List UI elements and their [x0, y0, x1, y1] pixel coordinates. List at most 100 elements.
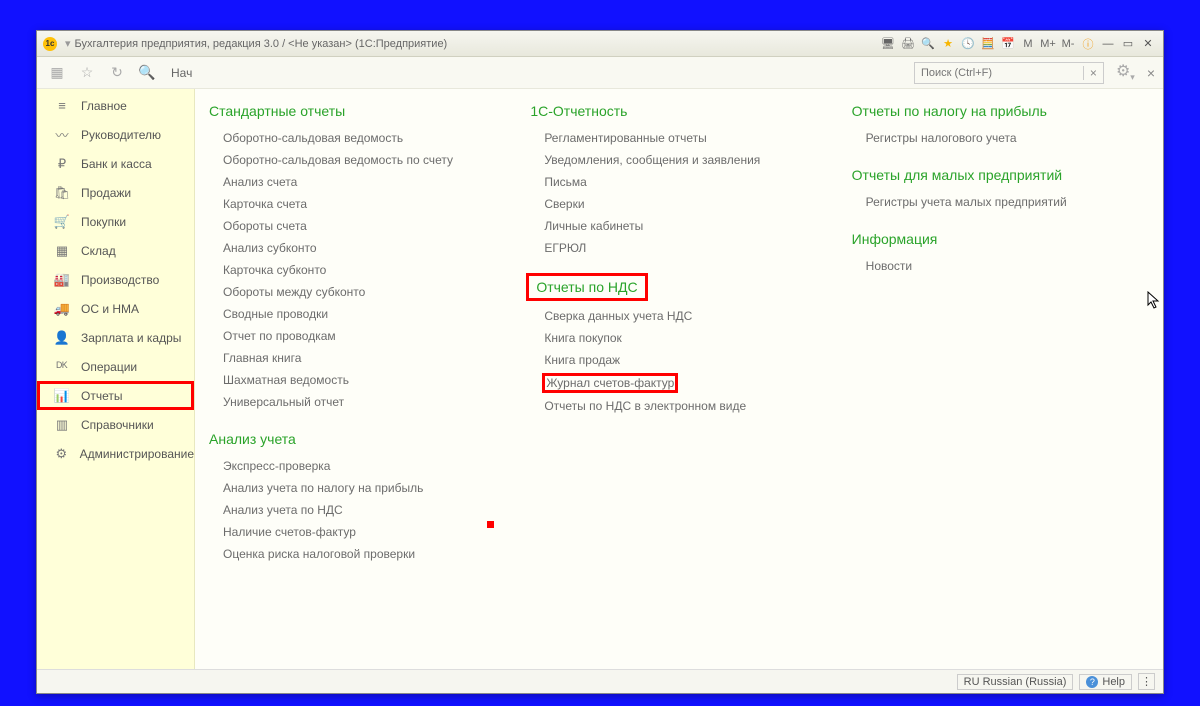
maximize-button[interactable]: ▭ [1119, 37, 1137, 51]
std-report-link-7[interactable]: Обороты между субконто [209, 281, 510, 303]
red-marker [487, 521, 494, 528]
link-invoice-journal[interactable]: Журнал счетов-фактур [544, 375, 676, 391]
sidebar-icon: ▥ [53, 417, 71, 433]
minimize-button[interactable]: — [1099, 37, 1117, 51]
toolbar-icon-1[interactable]: 🖥 [879, 35, 897, 53]
profit-tax-link-0[interactable]: Регистры налогового учета [852, 127, 1153, 149]
std-report-link-12[interactable]: Универсальный отчет [209, 391, 510, 413]
sidebar-icon: ᴰᴷ [53, 359, 71, 374]
tab-home[interactable]: Нач [165, 66, 198, 80]
analysis-link-4[interactable]: Оценка риска налоговой проверки [209, 543, 510, 565]
sidebar-icon: ₽ [53, 156, 71, 172]
sidebar-icon: 🛍 [53, 185, 71, 201]
std-report-link-8[interactable]: Сводные проводки [209, 303, 510, 325]
sidebar-item-5[interactable]: ▦Склад [37, 236, 194, 265]
toolbar-calc-icon[interactable]: 🧮 [979, 35, 997, 53]
std-report-link-4[interactable]: Обороты счета [209, 215, 510, 237]
sidebar-icon: 🛒 [53, 214, 71, 230]
sidebar-item-9[interactable]: ᴰᴷОперации [37, 352, 194, 381]
1c-report-link-4[interactable]: Личные кабинеты [530, 215, 831, 237]
info-icon[interactable]: ⓘ [1079, 35, 1097, 53]
std-report-link-6[interactable]: Карточка субконто [209, 259, 510, 281]
close-button[interactable]: ✕ [1139, 37, 1157, 51]
std-report-link-3[interactable]: Карточка счета [209, 193, 510, 215]
sidebar-label: Банк и касса [81, 157, 152, 171]
sidebar-item-8[interactable]: 👤Зарплата и кадры [37, 323, 194, 352]
sidebar-label: ОС и НМА [81, 302, 139, 316]
analysis-link-1[interactable]: Анализ учета по налогу на прибыль [209, 477, 510, 499]
info-link-0[interactable]: Новости [852, 255, 1153, 277]
vat-report-link-0[interactable]: Сверка данных учета НДС [530, 305, 831, 327]
sidebar-icon: ▦ [53, 243, 71, 259]
toolbar-star-icon[interactable]: ★ [939, 35, 957, 53]
navbar: ▦ ☆ ↻ 🔍 Нач × ⚙▾ × [37, 57, 1163, 89]
std-report-link-0[interactable]: Оборотно-сальдовая ведомость [209, 127, 510, 149]
1c-report-link-3[interactable]: Сверки [530, 193, 831, 215]
sidebar-icon: ≡ [53, 98, 71, 113]
sidebar-icon: 👤 [53, 330, 71, 346]
small-biz-link-0[interactable]: Регистры учета малых предприятий [852, 191, 1153, 213]
sidebar-label: Производство [81, 273, 159, 287]
analysis-link-3[interactable]: Наличие счетов-фактур [209, 521, 510, 543]
search-clear-button[interactable]: × [1083, 66, 1103, 80]
sidebar-item-2[interactable]: ₽ Банк и касса [37, 149, 194, 178]
app-window: 1c ▾ Бухгалтерия предприятия, редакция 3… [36, 30, 1164, 694]
section-profit-tax[interactable]: Отчеты по налогу на прибыль [852, 103, 1153, 119]
std-report-link-2[interactable]: Анализ счета [209, 171, 510, 193]
sidebar-label: Отчеты [81, 389, 122, 403]
toolbar-icon-3[interactable]: 🔍 [919, 35, 937, 53]
sidebar-label: Справочники [81, 418, 154, 432]
sidebar-item-12[interactable]: ⚙Администрирование [37, 439, 194, 468]
section-small-biz[interactable]: Отчеты для малых предприятий [852, 167, 1153, 183]
panel-close-button[interactable]: × [1147, 65, 1155, 81]
search-icon[interactable]: 🔍 [135, 61, 159, 85]
vat-report-extra-link-0[interactable]: Отчеты по НДС в электронном виде [530, 395, 831, 417]
sidebar-icon: 🚚 [53, 301, 71, 317]
1c-report-link-1[interactable]: Уведомления, сообщения и заявления [530, 149, 831, 171]
toolbar-icon-5[interactable]: 🕓 [959, 35, 977, 53]
app-icon: 1c [43, 37, 57, 51]
section-vat-reports[interactable]: Отчеты по НДС [530, 277, 643, 297]
vat-report-link-2[interactable]: Книга продаж [530, 349, 831, 371]
m-button[interactable]: M [1019, 35, 1037, 53]
sidebar-item-3[interactable]: 🛍Продажи [37, 178, 194, 207]
analysis-link-0[interactable]: Экспресс-проверка [209, 455, 510, 477]
toolbar-cal-icon[interactable]: 📅 [999, 35, 1017, 53]
section-standard-reports[interactable]: Стандартные отчеты [209, 103, 510, 119]
sidebar-item-4[interactable]: 🛒 Покупки [37, 207, 194, 236]
sidebar-item-6[interactable]: 🏭Производство [37, 265, 194, 294]
sidebar-item-10[interactable]: 📊Отчеты [37, 381, 194, 410]
mminus-button[interactable]: M- [1059, 35, 1077, 53]
star-icon[interactable]: ☆ [75, 61, 99, 85]
mplus-button[interactable]: M+ [1039, 35, 1057, 53]
std-report-link-9[interactable]: Отчет по проводкам [209, 325, 510, 347]
grid-icon[interactable]: ▦ [45, 61, 69, 85]
std-report-link-5[interactable]: Анализ субконто [209, 237, 510, 259]
sidebar-icon: ⚙ [53, 446, 70, 462]
sidebar-item-0[interactable]: ≡Главное [37, 91, 194, 120]
sidebar-item-1[interactable]: 〰Руководителю [37, 120, 194, 149]
1c-report-link-2[interactable]: Письма [530, 171, 831, 193]
history-icon[interactable]: ↻ [105, 61, 129, 85]
1c-report-link-0[interactable]: Регламентированные отчеты [530, 127, 831, 149]
search-input[interactable] [915, 67, 1083, 79]
analysis-link-2[interactable]: Анализ учета по НДС [209, 499, 510, 521]
section-1c-reporting[interactable]: 1С-Отчетность [530, 103, 831, 119]
lang-indicator[interactable]: RU Russian (Russia) [957, 674, 1074, 690]
vat-report-link-1[interactable]: Книга покупок [530, 327, 831, 349]
toolbar-icon-2[interactable]: 🖨 [899, 35, 917, 53]
dropdown-icon[interactable]: ▾ [65, 37, 71, 50]
std-report-link-10[interactable]: Главная книга [209, 347, 510, 369]
window-title: Бухгалтерия предприятия, редакция 3.0 / … [75, 38, 448, 50]
std-report-link-1[interactable]: Оборотно-сальдовая ведомость по счету [209, 149, 510, 171]
section-analysis[interactable]: Анализ учета [209, 431, 510, 447]
gear-icon[interactable]: ⚙▾ [1116, 61, 1135, 83]
status-menu[interactable]: ⋮ [1138, 673, 1155, 690]
1c-report-link-5[interactable]: ЕГРЮЛ [530, 237, 831, 259]
help-button[interactable]: ?Help [1079, 674, 1132, 690]
sidebar-item-11[interactable]: ▥ Справочники [37, 410, 194, 439]
sidebar-label: Покупки [81, 215, 126, 229]
sidebar-item-7[interactable]: 🚚 ОС и НМА [37, 294, 194, 323]
section-info[interactable]: Информация [852, 231, 1153, 247]
std-report-link-11[interactable]: Шахматная ведомость [209, 369, 510, 391]
